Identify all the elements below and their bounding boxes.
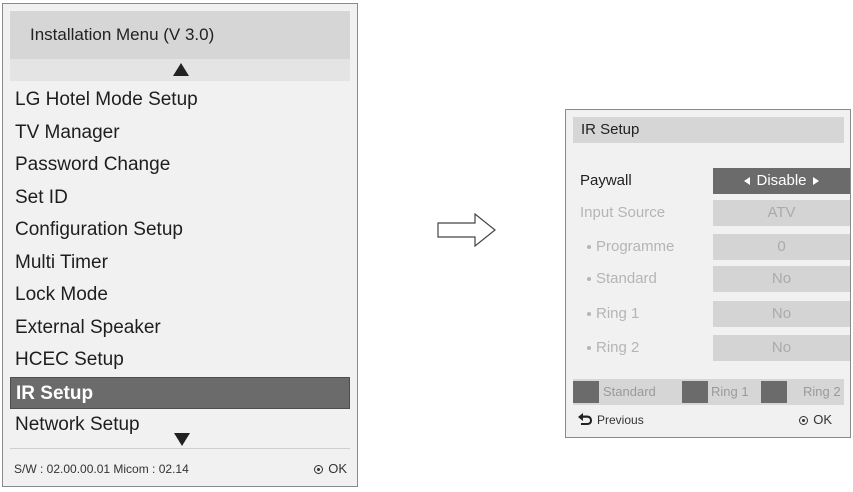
ir-label-standard-wrap: Standard xyxy=(587,266,657,292)
bullet-icon xyxy=(587,312,591,317)
ir-label-ring-2: Ring 2 xyxy=(596,339,640,356)
bullet-icon xyxy=(587,245,591,250)
ir-label-programme: Programme xyxy=(596,238,675,255)
standard-color-button[interactable] xyxy=(573,381,599,403)
standard-value: No xyxy=(713,266,850,292)
menu-item-external-speaker[interactable]: External Speaker xyxy=(10,312,350,345)
bullet-icon xyxy=(587,277,591,282)
menu-item-hcec-setup[interactable]: HCEC Setup xyxy=(10,344,350,377)
menu-item-configuration-setup[interactable]: Configuration Setup xyxy=(10,214,350,247)
paywall-value: Disable xyxy=(756,172,807,189)
ring-2-value: No xyxy=(713,335,850,361)
legend-ring-1: Ring 1 xyxy=(711,384,749,399)
installation-menu-list: LG Hotel Mode Setup TV Manager Password … xyxy=(10,84,350,442)
ring1-color-button[interactable] xyxy=(682,381,708,403)
ir-row-ring-1: Ring 1 No xyxy=(573,301,850,327)
ir-label-ring-1-wrap: Ring 1 xyxy=(587,301,639,327)
legend-ring-2: Ring 2 xyxy=(803,384,841,399)
ir-color-legend: Standard Ring 1 Ring 2 xyxy=(573,379,844,405)
menu-item-ir-setup[interactable]: IR Setup xyxy=(10,376,350,409)
ir-label-ring-2-wrap: Ring 2 xyxy=(587,335,639,361)
menu-item-tv-manager[interactable]: TV Manager xyxy=(10,117,350,150)
right-triangle-icon[interactable] xyxy=(812,177,819,186)
menu-ok-button[interactable]: OK xyxy=(314,461,347,476)
paywall-value-selector[interactable]: Disable xyxy=(713,168,850,194)
ir-row-standard: Standard No xyxy=(573,266,850,292)
ir-label-programme-wrap: Programme xyxy=(587,234,674,260)
ir-ok-label: OK xyxy=(813,412,832,427)
menu-item-set-id[interactable]: Set ID xyxy=(10,182,350,215)
ir-row-programme: Programme 0 xyxy=(573,234,850,260)
installation-menu-title: Installation Menu (V 3.0) xyxy=(10,11,350,59)
bullet-icon xyxy=(587,346,591,351)
scroll-up-area[interactable] xyxy=(10,59,350,81)
menu-item-lock-mode[interactable]: Lock Mode xyxy=(10,279,350,312)
ir-label-standard: Standard xyxy=(596,270,657,287)
back-arrow-icon[interactable] xyxy=(577,412,593,426)
ir-setup-panel: IR Setup Paywall Disable Input Source AT… xyxy=(565,109,851,438)
ir-label-paywall: Paywall xyxy=(580,172,632,189)
previous-label[interactable]: Previous xyxy=(597,410,644,430)
menu-item-multi-timer[interactable]: Multi Timer xyxy=(10,247,350,280)
input-source-value: ATV xyxy=(713,200,850,226)
ir-bottom-bar: Previous OK xyxy=(573,410,844,430)
ok-button-icon xyxy=(799,416,809,426)
software-version-text: S/W : 02.00.00.01 Micom : 02.14 xyxy=(14,462,189,476)
menu-footer-divider xyxy=(10,448,350,449)
ok-button-icon xyxy=(314,465,324,475)
ir-setup-title: IR Setup xyxy=(573,117,844,143)
ir-label-input-source: Input Source xyxy=(580,204,666,221)
ring2-color-button[interactable] xyxy=(761,381,787,403)
ir-row-ring-2: Ring 2 No xyxy=(573,335,850,361)
programme-value: 0 xyxy=(713,234,850,260)
ring-1-value: No xyxy=(713,301,850,327)
ir-row-input-source: Input Source ATV xyxy=(573,200,850,226)
right-arrow-icon xyxy=(437,213,496,247)
menu-ok-label: OK xyxy=(328,461,347,476)
installation-menu-panel: Installation Menu (V 3.0) LG Hotel Mode … xyxy=(2,3,358,487)
ir-row-paywall[interactable]: Paywall Disable xyxy=(573,168,850,194)
down-arrow-icon[interactable] xyxy=(174,433,190,446)
menu-item-password-change[interactable]: Password Change xyxy=(10,149,350,182)
menu-item-lg-hotel-mode-setup[interactable]: LG Hotel Mode Setup xyxy=(10,84,350,117)
up-arrow-icon[interactable] xyxy=(173,63,189,76)
legend-standard: Standard xyxy=(603,384,656,399)
left-triangle-icon[interactable] xyxy=(744,177,751,186)
ir-ok-button[interactable]: OK xyxy=(799,410,832,430)
ir-label-ring-1: Ring 1 xyxy=(596,305,640,322)
